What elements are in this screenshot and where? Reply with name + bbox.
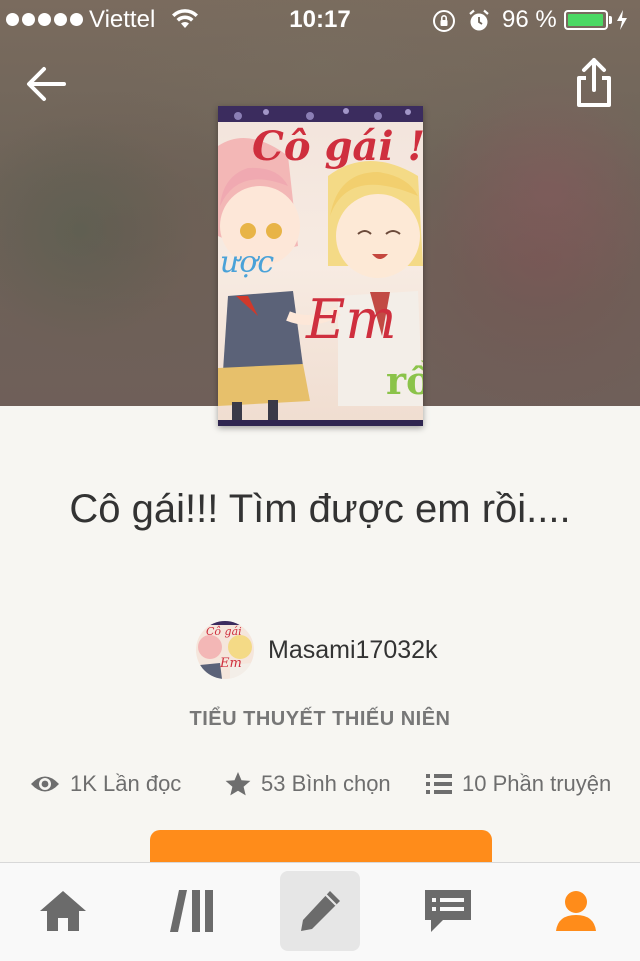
library-icon xyxy=(170,890,213,932)
bottom-tab-bar xyxy=(0,862,640,961)
eye-icon xyxy=(31,776,59,792)
arrow-left-icon xyxy=(27,67,66,101)
star-icon xyxy=(225,772,251,796)
avatar[interactable]: Cô gái Em xyxy=(196,621,254,679)
cover-text-fragment: ược xyxy=(220,245,274,280)
profile-icon xyxy=(556,891,596,931)
reads-stat: 1K Lần đọc xyxy=(30,768,181,800)
tab-write[interactable] xyxy=(280,871,360,951)
alarm-icon xyxy=(469,9,489,31)
tab-home[interactable] xyxy=(23,871,103,951)
battery-level-fill xyxy=(568,14,603,26)
avatar-image: Cô gái Em xyxy=(196,621,254,679)
write-icon xyxy=(301,891,340,931)
battery-icon xyxy=(564,10,608,30)
share-icon xyxy=(577,58,611,107)
reads-count: 1K Lần đọc xyxy=(70,771,182,796)
tab-library[interactable] xyxy=(152,871,232,951)
cover-text-em: Em xyxy=(305,288,397,351)
svg-text:Cô gái: Cô gái xyxy=(206,625,242,638)
votes-stat: 53 Bình chọn xyxy=(225,768,391,800)
tab-messages[interactable] xyxy=(408,871,488,951)
story-title: Cô gái!!! Tìm được em rồi.... xyxy=(69,487,571,531)
back-button[interactable] xyxy=(22,60,70,108)
cover-illustration: Cô gái !! ược Em rồ xyxy=(218,106,443,426)
votes-count: 53 Bình chọn xyxy=(261,771,391,796)
battery-tip xyxy=(609,16,612,24)
charging-icon xyxy=(617,10,627,30)
genre-label[interactable]: TIỂU THUYẾT THIẾU NIÊN xyxy=(0,708,640,731)
author-link[interactable]: Cô gái Em Masami17032k xyxy=(196,620,438,680)
parts-stat: 10 Phần truyện xyxy=(426,768,611,800)
tab-profile[interactable] xyxy=(536,871,616,951)
author-name[interactable]: Masami17032k xyxy=(268,636,438,665)
battery-percent: 96 % xyxy=(502,6,557,33)
cover-text-ro: rồ xyxy=(386,358,423,403)
rotation-lock-icon xyxy=(433,10,455,32)
home-icon xyxy=(40,891,86,931)
parts-count: 10 Phần truyện xyxy=(462,771,612,796)
list-icon xyxy=(426,774,452,794)
svg-text:Em: Em xyxy=(219,656,242,671)
book-cover[interactable]: Cô gái !! ược Em rồ xyxy=(218,106,443,426)
share-button[interactable] xyxy=(572,56,616,110)
cover-title-text: Cô gái !! xyxy=(252,123,423,170)
messages-icon xyxy=(425,890,471,932)
status-bar: Viettel 10:17 96 % xyxy=(0,0,640,40)
